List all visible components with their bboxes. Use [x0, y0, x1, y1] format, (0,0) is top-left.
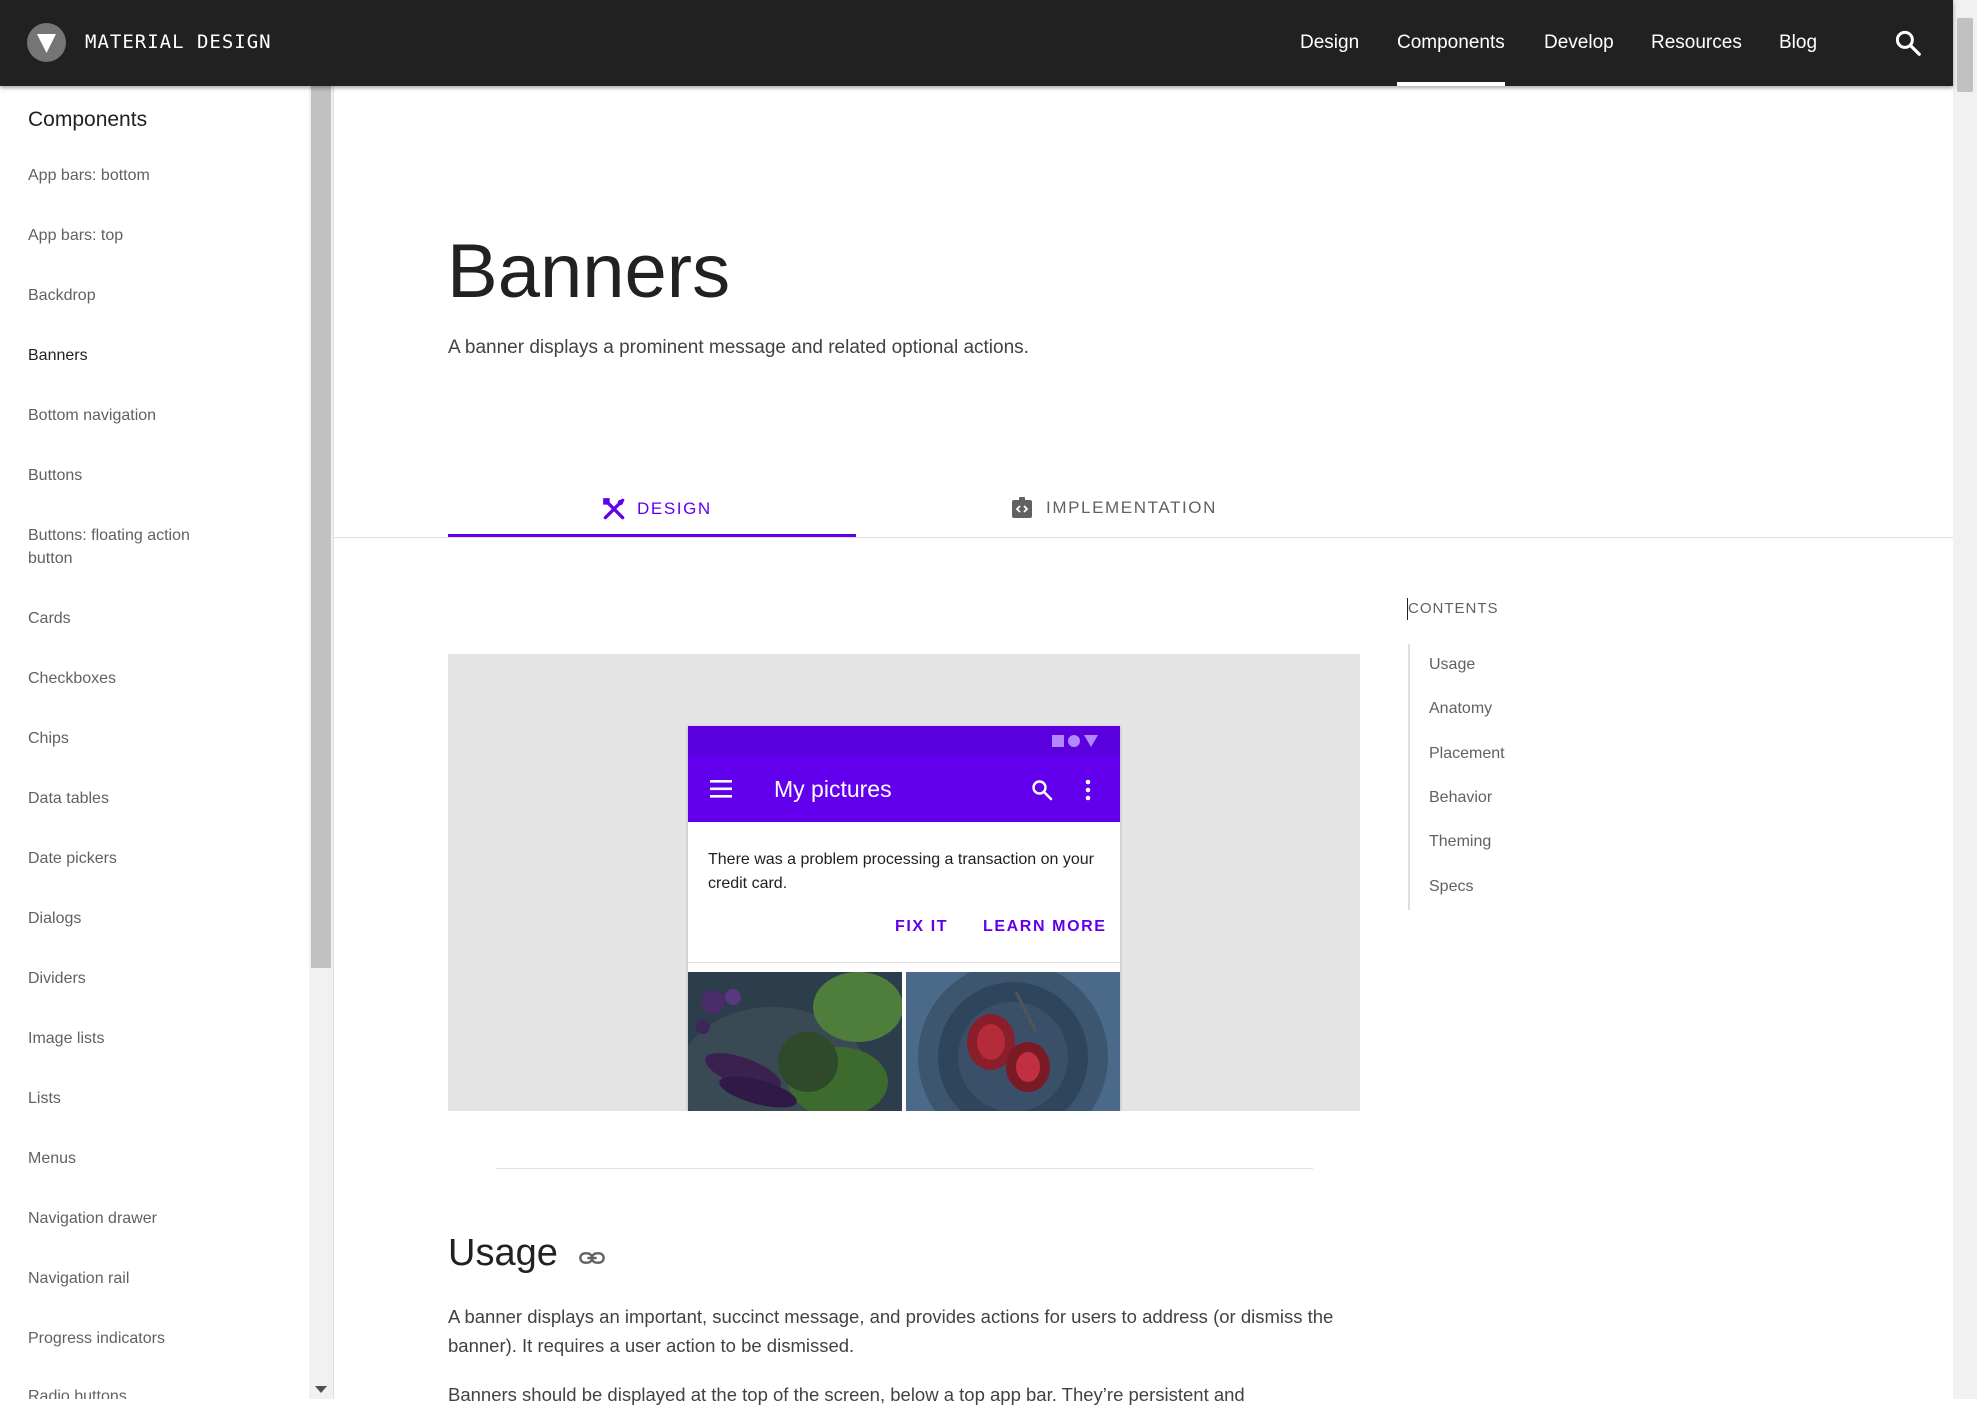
- sidebar-item-banners[interactable]: Banners: [28, 344, 278, 367]
- tab-design[interactable]: DESIGN: [448, 490, 856, 537]
- banner-divider: [688, 962, 1120, 963]
- sidebar-item-bottom-navigation[interactable]: Bottom navigation: [28, 404, 278, 427]
- app-search-icon: [1032, 780, 1053, 801]
- page-title: Banners: [447, 229, 731, 314]
- tabs-divider: [334, 537, 1953, 538]
- status-bar: [688, 726, 1120, 756]
- scroll-down-arrow-icon[interactable]: [315, 1386, 327, 1393]
- app-title: My pictures: [774, 776, 892, 802]
- sidebar-item-radio-buttons[interactable]: Radio buttons: [28, 1385, 278, 1399]
- banner-learn-more: LEARN MORE: [983, 918, 1107, 935]
- sidebar-item-data-tables[interactable]: Data tables: [28, 787, 278, 810]
- sidebar-item-checkboxes[interactable]: Checkboxes: [28, 667, 278, 690]
- photo-vegetables: [688, 972, 902, 1111]
- sidebar-item-image-lists[interactable]: Image lists: [28, 1027, 278, 1050]
- more-vert-icon: [1085, 779, 1091, 801]
- usage-heading: Usage: [448, 1232, 558, 1274]
- app-bar: My pictures: [688, 756, 1120, 822]
- sidebar-item-chips[interactable]: Chips: [28, 727, 278, 750]
- nav-blog[interactable]: Blog: [1779, 0, 1817, 86]
- design-tools-icon: [601, 496, 627, 522]
- sidebar-item-date-pickers[interactable]: Date pickers: [28, 847, 278, 870]
- tab-implementation-label: IMPLEMENTATION: [1046, 498, 1218, 517]
- top-app-bar: MATERIAL DESIGN Design Components Develo…: [0, 0, 1953, 86]
- contents-item-specs[interactable]: Specs: [1429, 878, 1473, 896]
- photo-pomegranates: [906, 972, 1120, 1111]
- sidebar-title: Components: [28, 108, 148, 131]
- sidebar-scrollbar[interactable]: [309, 86, 333, 1399]
- usage-paragraph-1: A banner displays an important, succinct…: [448, 1306, 1334, 1356]
- sidebar-item-dividers[interactable]: Dividers: [28, 967, 278, 990]
- sidebar-item-dialogs[interactable]: Dialogs: [28, 907, 278, 930]
- sidebar-item-navigation-drawer[interactable]: Navigation drawer: [28, 1207, 278, 1230]
- banner-message: There was a problem processing a transac…: [708, 851, 1094, 892]
- contents-item-theming[interactable]: Theming: [1429, 833, 1491, 851]
- phone-mockup: My pictures There was a problem processi…: [688, 726, 1120, 1111]
- contents-title: CONTENTS: [1408, 600, 1499, 617]
- sidebar-item-lists[interactable]: Lists: [28, 1087, 278, 1110]
- sidebar-item-cards[interactable]: Cards: [28, 607, 278, 630]
- sidebar-item-fab[interactable]: Buttons: floating action button: [28, 524, 228, 570]
- nav-develop[interactable]: Develop: [1544, 0, 1614, 86]
- usage-paragraph-2: Banners should be displayed at the top o…: [448, 1384, 1245, 1405]
- contents-item-anatomy[interactable]: Anatomy: [1429, 700, 1492, 718]
- sidebar-item-app-bars-bottom[interactable]: App bars: bottom: [28, 164, 278, 187]
- sidebar-item-app-bars-top[interactable]: App bars: top: [28, 224, 278, 247]
- banner-fix-it: FIX IT: [895, 918, 949, 935]
- search-icon[interactable]: [1893, 28, 1923, 58]
- menu-icon: [710, 780, 732, 798]
- contents-rail: [1408, 644, 1410, 910]
- sidebar-item-backdrop[interactable]: Backdrop: [28, 284, 278, 307]
- link-icon[interactable]: [578, 1244, 606, 1277]
- hero-image: My pictures There was a problem processi…: [448, 654, 1360, 1111]
- contents-item-behavior[interactable]: Behavior: [1429, 789, 1492, 807]
- sidebar-item-buttons[interactable]: Buttons: [28, 464, 278, 487]
- page-scrollbar[interactable]: [1953, 0, 1977, 1399]
- sidebar-nav: Components App bars: bottom App bars: to…: [0, 86, 309, 1399]
- nav-design[interactable]: Design: [1300, 0, 1359, 86]
- section-divider: [496, 1168, 1313, 1169]
- tab-design-label: DESIGN: [637, 499, 712, 518]
- page-scrollbar-thumb[interactable]: [1957, 18, 1973, 92]
- material-logo-icon[interactable]: [27, 23, 66, 62]
- sidebar-item-progress-indicators[interactable]: Progress indicators: [28, 1327, 278, 1350]
- contents-item-placement[interactable]: Placement: [1429, 745, 1505, 763]
- sidebar-scrollbar-thumb[interactable]: [311, 86, 331, 968]
- page-subtitle: A banner displays a prominent message an…: [448, 337, 1029, 358]
- nav-components[interactable]: Components: [1397, 0, 1505, 86]
- contents-item-usage[interactable]: Usage: [1429, 656, 1475, 674]
- status-icons: [1052, 735, 1098, 747]
- nav-resources[interactable]: Resources: [1651, 0, 1742, 86]
- brand-name[interactable]: MATERIAL DESIGN: [85, 31, 272, 53]
- sidebar-item-menus[interactable]: Menus: [28, 1147, 278, 1170]
- sidebar-item-navigation-rail[interactable]: Navigation rail: [28, 1267, 278, 1290]
- main-divider: [333, 86, 334, 1399]
- tab-implementation[interactable]: IMPLEMENTATION: [856, 490, 1264, 536]
- code-icon: [1010, 496, 1034, 520]
